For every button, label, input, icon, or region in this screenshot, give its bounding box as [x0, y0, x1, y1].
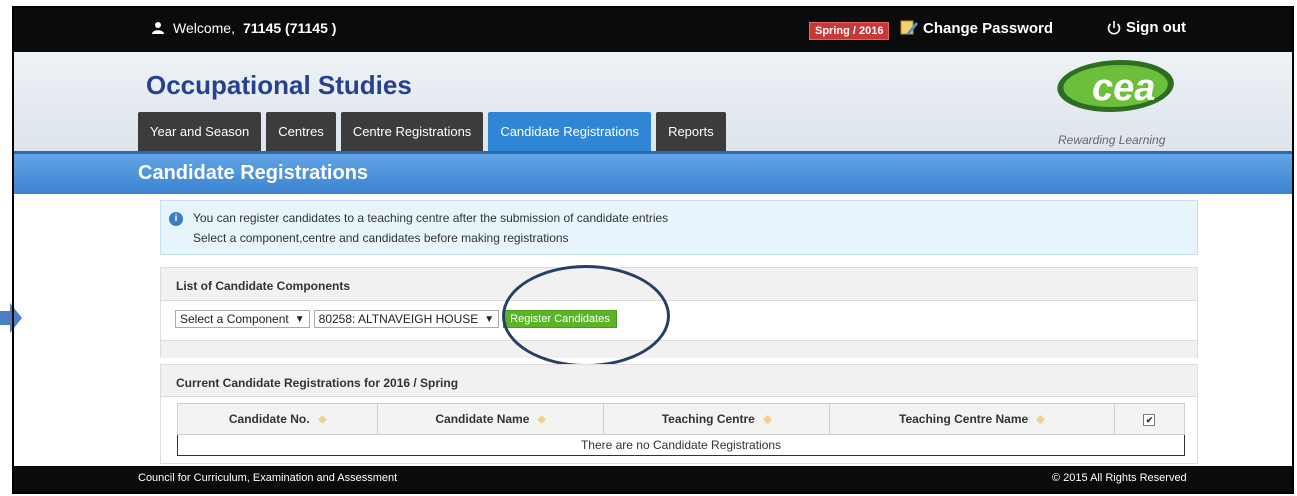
sort-icon — [1036, 415, 1046, 425]
column-teaching-centre-name[interactable]: Teaching Centre Name — [829, 403, 1115, 435]
annotation-arrow-icon — [0, 303, 22, 333]
header: Occupational Studies cea Rewarding Learn… — [14, 52, 1292, 151]
page: Welcome, 71145 (71145 ) Spring / 2016 Ch… — [0, 0, 1297, 496]
page-title: Candidate Registrations — [138, 162, 369, 184]
sort-icon — [537, 415, 547, 425]
column-teaching-centre[interactable]: Teaching Centre — [603, 403, 831, 435]
app-title: Occupational Studies — [146, 70, 412, 100]
welcome-prefix: Welcome, — [173, 20, 235, 36]
user-id: 71145 (71145 ) — [242, 20, 337, 36]
screenshot-border — [12, 492, 1294, 494]
centre-select[interactable]: 80258: ALTNAVEIGH HOUSE ▼ — [313, 310, 500, 328]
column-candidate-name[interactable]: Candidate Name — [377, 403, 605, 435]
table-header-row: Candidate No. Candidate Name Teaching Ce… — [176, 403, 1186, 435]
component-select[interactable]: Select a Component ▼ — [175, 310, 310, 328]
column-select-all[interactable]: ✔ — [1113, 403, 1186, 435]
ccea-logo: cea — [1057, 60, 1174, 112]
sign-out-label: Sign out — [1126, 19, 1186, 36]
screenshot-border — [12, 6, 14, 494]
table-row: There are no Candidate Registrations — [177, 434, 1185, 456]
user-icon — [152, 22, 164, 34]
registrations-panel: Current Candidate Registrations for 2016… — [160, 364, 1198, 464]
centre-select-value: 80258: ALTNAVEIGH HOUSE — [318, 312, 479, 326]
components-panel-title: List of Candidate Components — [176, 279, 350, 293]
registrations-panel-header: Current Candidate Registrations for 2016… — [161, 365, 1197, 397]
power-icon — [1107, 20, 1121, 35]
welcome-message: Welcome, 71145 (71145 ) — [151, 20, 336, 36]
column-candidate-no[interactable]: Candidate No. — [176, 403, 379, 435]
logo-tagline: Rewarding Learning — [1058, 133, 1166, 147]
info-box: i You can register candidates to a teach… — [160, 200, 1198, 255]
component-select-value: Select a Component — [180, 312, 289, 326]
column-label: Candidate Name — [435, 412, 530, 426]
sort-icon — [317, 415, 327, 425]
tab-year-and-season[interactable]: Year and Season — [138, 112, 262, 151]
logo-lettering: cea — [1092, 67, 1155, 109]
tab-centres[interactable]: Centres — [266, 112, 336, 151]
info-line-2: Select a component,centre and candidates… — [193, 231, 569, 245]
annotation-ellipse — [502, 265, 670, 367]
pencil-icon — [900, 20, 918, 35]
top-bar: Welcome, 71145 (71145 ) Spring / 2016 Ch… — [14, 8, 1292, 52]
components-panel-footer — [161, 340, 1197, 358]
tab-centre-registrations[interactable]: Centre Registrations — [340, 112, 484, 151]
change-password-label: Change Password — [923, 19, 1054, 37]
section-bar: Candidate Registrations — [14, 151, 1292, 194]
footer: Council for Curriculum, Examination and … — [14, 466, 1292, 492]
column-label: Teaching Centre — [661, 412, 755, 426]
chevron-down-icon: ▼ — [294, 313, 305, 325]
chevron-down-icon: ▼ — [484, 313, 495, 325]
screenshot-border — [12, 6, 1294, 8]
info-line-1: You can register candidates to a teachin… — [193, 211, 669, 225]
column-label: Candidate No. — [228, 412, 310, 426]
components-panel-header: List of Candidate Components — [161, 268, 1197, 301]
change-password-link[interactable]: Change Password — [899, 19, 1053, 37]
footer-copyright: © 2015 All Rights Reserved — [1052, 472, 1187, 484]
column-label: Teaching Centre Name — [899, 412, 1029, 426]
season-badge: Spring / 2016 — [809, 22, 890, 40]
info-icon: i — [169, 212, 183, 226]
tab-reports[interactable]: Reports — [656, 112, 726, 151]
main-tabs: Year and Season Centres Centre Registrat… — [138, 112, 726, 152]
empty-message: There are no Candidate Registrations — [177, 434, 1185, 456]
footer-organisation: Council for Curriculum, Examination and … — [138, 472, 398, 484]
tab-candidate-registrations[interactable]: Candidate Registrations — [488, 112, 652, 151]
sign-out-link[interactable]: Sign out — [1106, 19, 1186, 36]
screenshot-border — [1292, 6, 1294, 494]
components-panel: List of Candidate Components Select a Co… — [160, 267, 1198, 358]
select-all-checkbox[interactable]: ✔ — [1143, 414, 1156, 426]
registrations-table: Candidate No. Candidate Name Teaching Ce… — [176, 403, 1186, 456]
registrations-panel-title: Current Candidate Registrations for 2016… — [176, 376, 459, 390]
sort-icon — [762, 415, 772, 425]
